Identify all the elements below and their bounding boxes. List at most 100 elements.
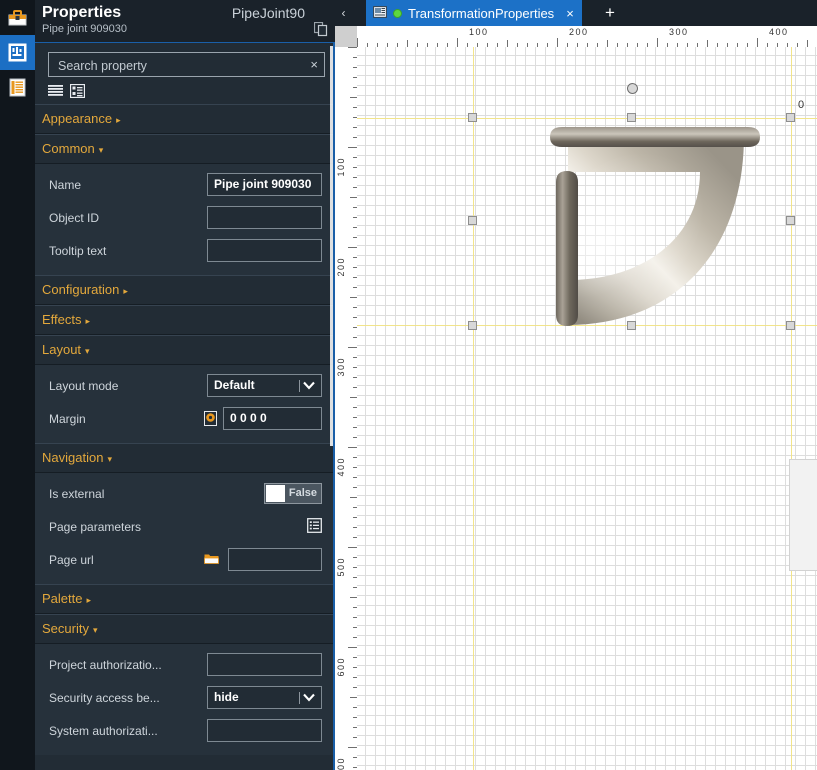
search-input[interactable] [56, 53, 300, 78]
group-label-layout: Layout [42, 342, 82, 357]
properties-icon [8, 43, 27, 62]
group-header-palette[interactable]: Palette ▸ [35, 584, 335, 614]
rail-item-properties[interactable] [0, 35, 35, 70]
left-icon-rail [0, 0, 36, 770]
ruler-origin-corner[interactable] [335, 26, 358, 48]
vertical-ruler[interactable]: 100 200 300 400 500 600 700 [335, 47, 358, 770]
ruler-tick [707, 40, 708, 47]
new-tab-button[interactable]: + [597, 0, 623, 26]
property-row-is-external: Is external False [35, 477, 335, 510]
property-row-object-id: Object ID [35, 201, 335, 234]
rail-item-toolbox[interactable] [0, 0, 35, 35]
ruler-tick [348, 447, 357, 448]
system-authorization-field[interactable] [207, 719, 322, 742]
view-mode-toggle-group [48, 82, 335, 102]
property-label-security-access-behavior: Security access be... [49, 690, 160, 705]
selection-handle-n[interactable] [627, 113, 636, 122]
clear-search-icon[interactable]: × [310, 57, 318, 72]
tab-transformationproperties[interactable]: TransformationProperties × [366, 0, 582, 26]
page-url-browse-button[interactable] [204, 552, 219, 568]
group-header-effects[interactable]: Effects ▸ [35, 305, 335, 335]
copy-icon[interactable] [313, 21, 328, 40]
ruler-tick [557, 38, 558, 47]
page-parameters-editor-button[interactable] [307, 517, 322, 536]
table-editor-icon [307, 517, 322, 536]
selection-handle-se[interactable] [786, 321, 795, 330]
property-label-object-id: Object ID [49, 210, 100, 225]
ruler-tick [457, 38, 458, 47]
property-row-project-authorization: Project authorizatio... [35, 648, 335, 681]
ruler-tick [657, 38, 658, 47]
ruler-tick [350, 397, 357, 398]
group-header-appearance[interactable]: Appearance ▸ [35, 104, 335, 134]
security-access-behavior-value: hide [214, 690, 239, 704]
ruler-tick [348, 47, 357, 48]
ruler-label-h-200: 200 [569, 27, 589, 37]
horizontal-ruler[interactable]: 100 200 300 400 [357, 26, 817, 48]
ruler-tick [757, 38, 758, 47]
ruler-tick [348, 247, 357, 248]
is-external-toggle[interactable]: False [264, 483, 322, 504]
pipe-joint-shape[interactable] [472, 117, 792, 326]
property-groups-list: Appearance ▸ Common ▾ Name Pipe joint 9090… [35, 104, 335, 770]
tooltip-text-field[interactable] [207, 239, 322, 262]
group-header-configuration[interactable]: Configuration ▸ [35, 275, 335, 305]
property-label-project-authorization: Project authorizatio... [49, 657, 162, 672]
is-external-value: False [288, 487, 317, 499]
property-row-margin: Margin 0 0 0 0 [35, 402, 335, 435]
security-access-behavior-select[interactable]: hide [207, 686, 322, 709]
chevron-down-icon: ▾ [92, 625, 98, 635]
selection-handle-nw[interactable] [468, 113, 477, 122]
property-row-layout-mode: Layout mode Default [35, 369, 335, 402]
group-body-navigation: Is external False Page parameters Page u… [35, 473, 335, 584]
property-label-name: Name [49, 177, 82, 192]
layout-mode-select[interactable]: Default [207, 374, 322, 397]
rotation-handle[interactable] [627, 83, 638, 94]
ruler-label-v-200: 200 [336, 257, 346, 277]
folder-icon [204, 554, 219, 568]
name-field[interactable]: Pipe joint 909030 [207, 173, 322, 196]
design-canvas[interactable]: 0 [357, 47, 817, 770]
ruler-label-v-500: 500 [336, 557, 346, 577]
list-view-button[interactable] [48, 84, 63, 101]
secondary-shape-rectangle[interactable] [789, 459, 817, 571]
layout-mode-value: Default [214, 378, 255, 392]
group-header-layout[interactable]: Layout ▾ [35, 335, 335, 365]
margin-settings-button[interactable] [204, 411, 217, 426]
property-label-is-external: Is external [49, 486, 105, 501]
selection-handle-e[interactable] [786, 216, 795, 225]
page-url-field[interactable] [228, 548, 322, 571]
selection-handle-sw[interactable] [468, 321, 477, 330]
tab-close-icon[interactable]: × [566, 6, 574, 21]
property-label-system-authorization: System authorizati... [49, 723, 158, 738]
group-header-common[interactable]: Common ▾ [35, 134, 335, 164]
editor-area: ‹ TransformationProperties × + 100 200 3… [335, 0, 817, 770]
details-list-icon [9, 78, 26, 97]
ruler-tick [350, 497, 357, 498]
ruler-tick [348, 747, 357, 748]
secondary-shape-red[interactable] [795, 110, 817, 220]
search-box[interactable]: × [48, 52, 325, 78]
group-header-navigation[interactable]: Navigation ▾ [35, 443, 335, 473]
group-header-security[interactable]: Security ▾ [35, 614, 335, 644]
tab-scroll-left-icon[interactable]: ‹ [335, 0, 352, 26]
selection-handle-s[interactable] [627, 321, 636, 330]
chevron-right-icon: ▸ [85, 316, 91, 326]
editor-tab-bar: ‹ TransformationProperties × + [335, 0, 817, 26]
rail-item-details[interactable] [0, 70, 35, 105]
chevron-right-icon: ▸ [123, 286, 128, 296]
properties-panel-header: Properties Pipe joint 909030 PipeJoint90 [35, 0, 335, 43]
ruler-tick [348, 347, 357, 348]
margin-field[interactable]: 0 0 0 0 [223, 407, 322, 430]
ruler-label-v-300: 300 [336, 357, 346, 377]
project-authorization-field[interactable] [207, 653, 322, 676]
selection-handle-w[interactable] [468, 216, 477, 225]
category-view-button[interactable] [69, 83, 86, 101]
object-id-field[interactable] [207, 206, 322, 229]
select-separator [299, 692, 300, 704]
property-label-page-url: Page url [49, 552, 94, 567]
ruler-tick [357, 38, 358, 47]
selection-handle-ne[interactable] [786, 113, 795, 122]
chevron-right-icon: ▸ [86, 595, 92, 605]
group-label-appearance: Appearance [42, 111, 113, 126]
